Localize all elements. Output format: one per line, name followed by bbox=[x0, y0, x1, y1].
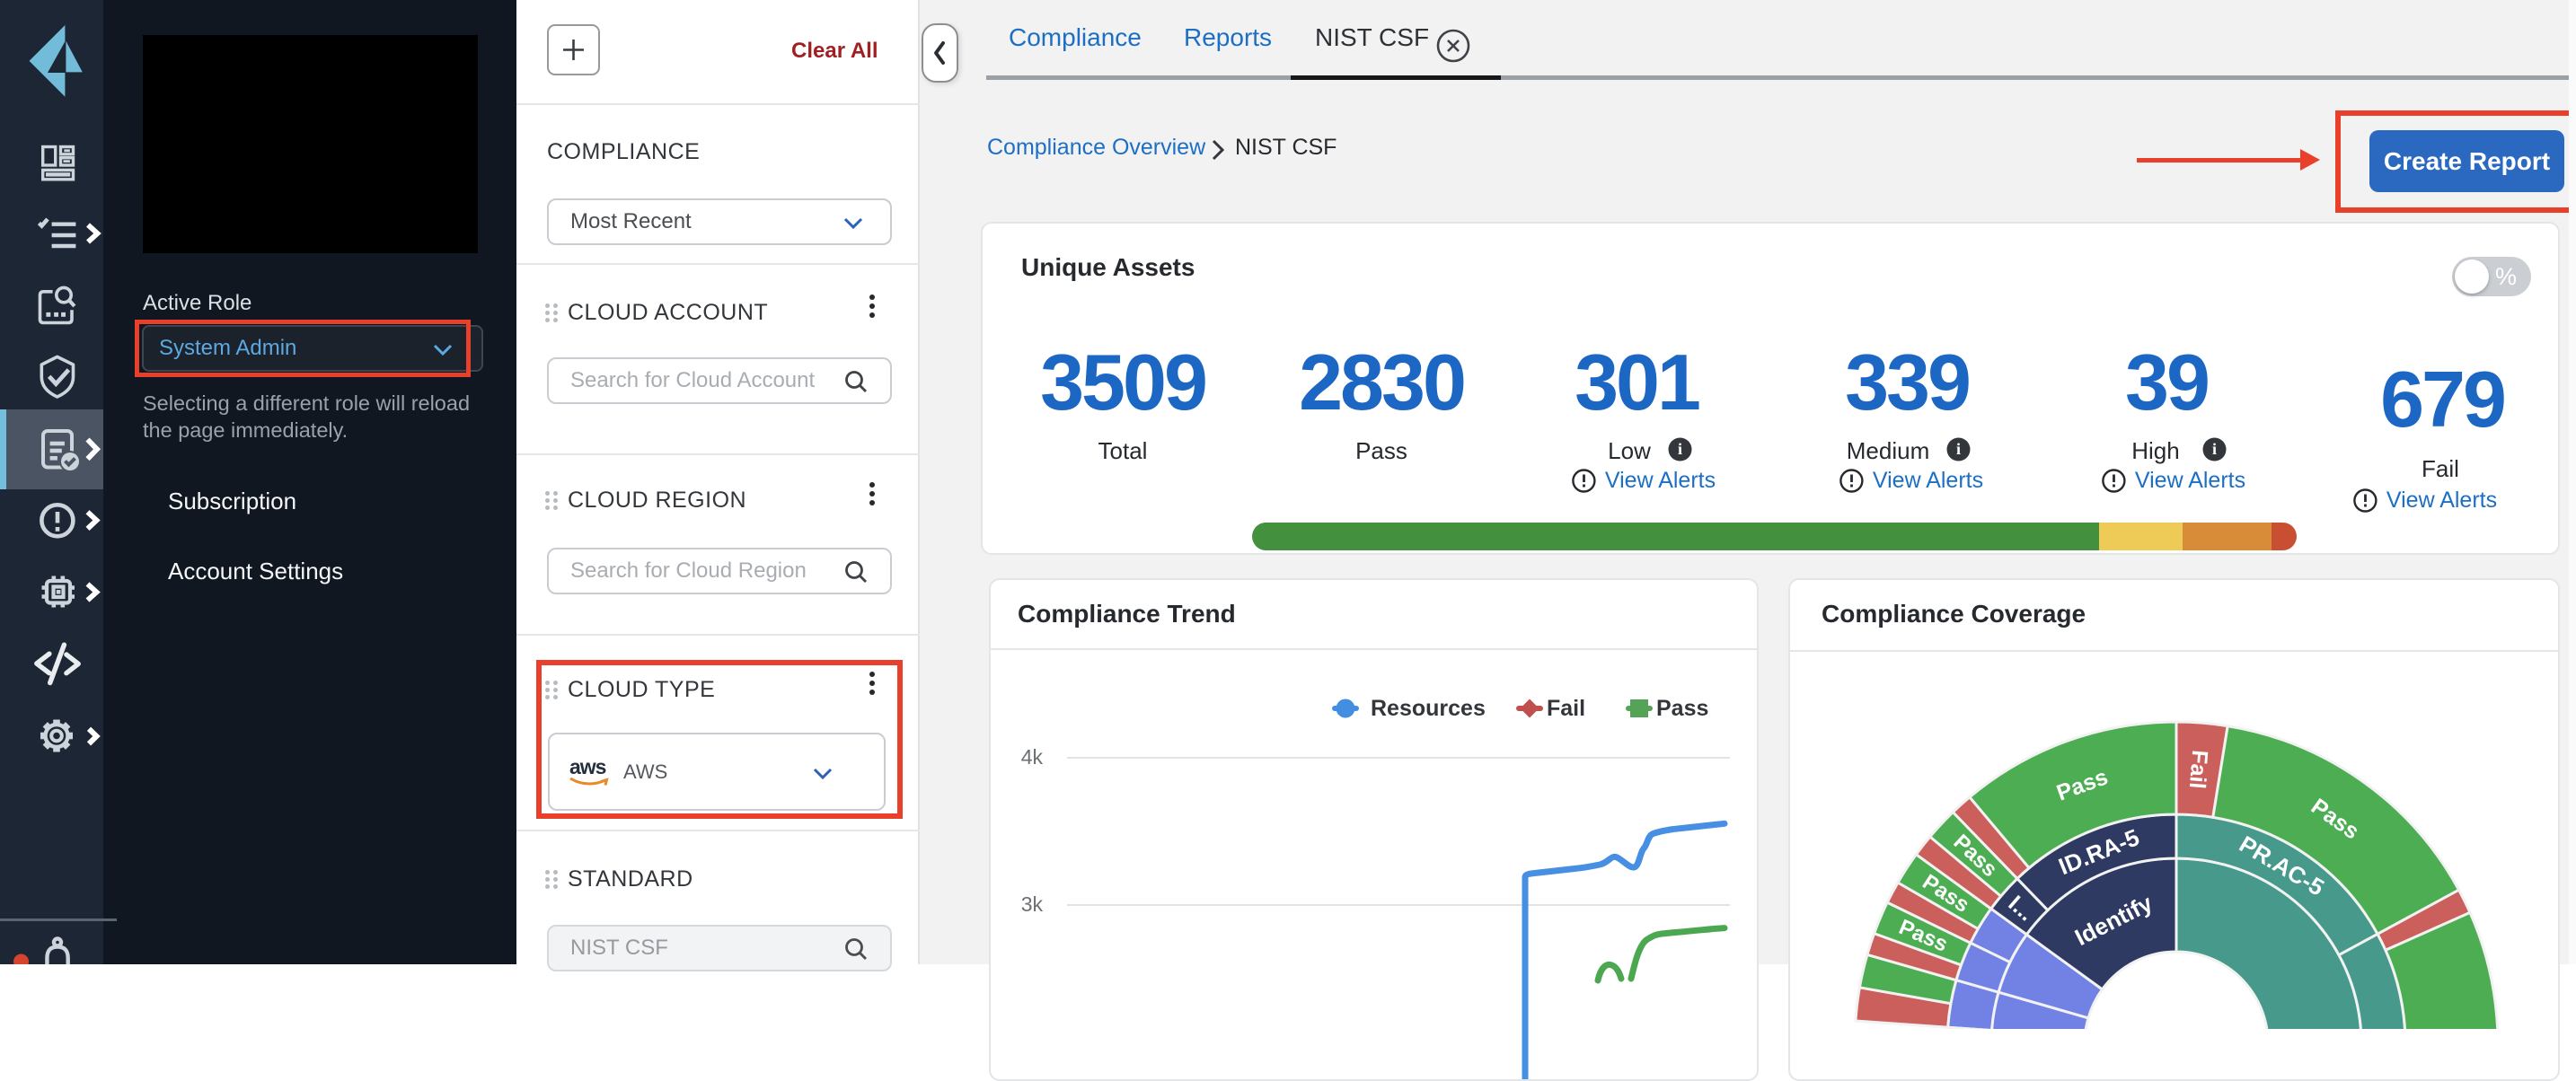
svg-text:Fail: Fail bbox=[2184, 749, 2212, 789]
svg-text:i: i bbox=[2212, 440, 2217, 458]
svg-text:i: i bbox=[1678, 440, 1682, 458]
svg-text:i: i bbox=[1956, 440, 1961, 458]
